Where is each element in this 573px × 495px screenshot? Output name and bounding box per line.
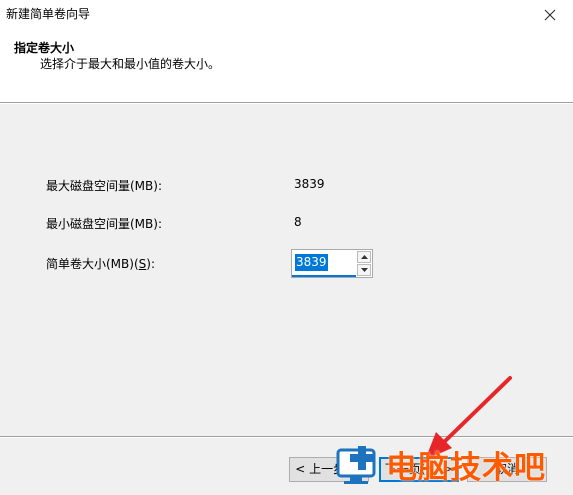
red-arrow-icon	[425, 376, 512, 460]
monitor-logo-icon	[336, 446, 376, 484]
watermark: 电脑技术吧	[336, 440, 573, 495]
watermark-text: 电脑技术吧	[386, 450, 546, 486]
